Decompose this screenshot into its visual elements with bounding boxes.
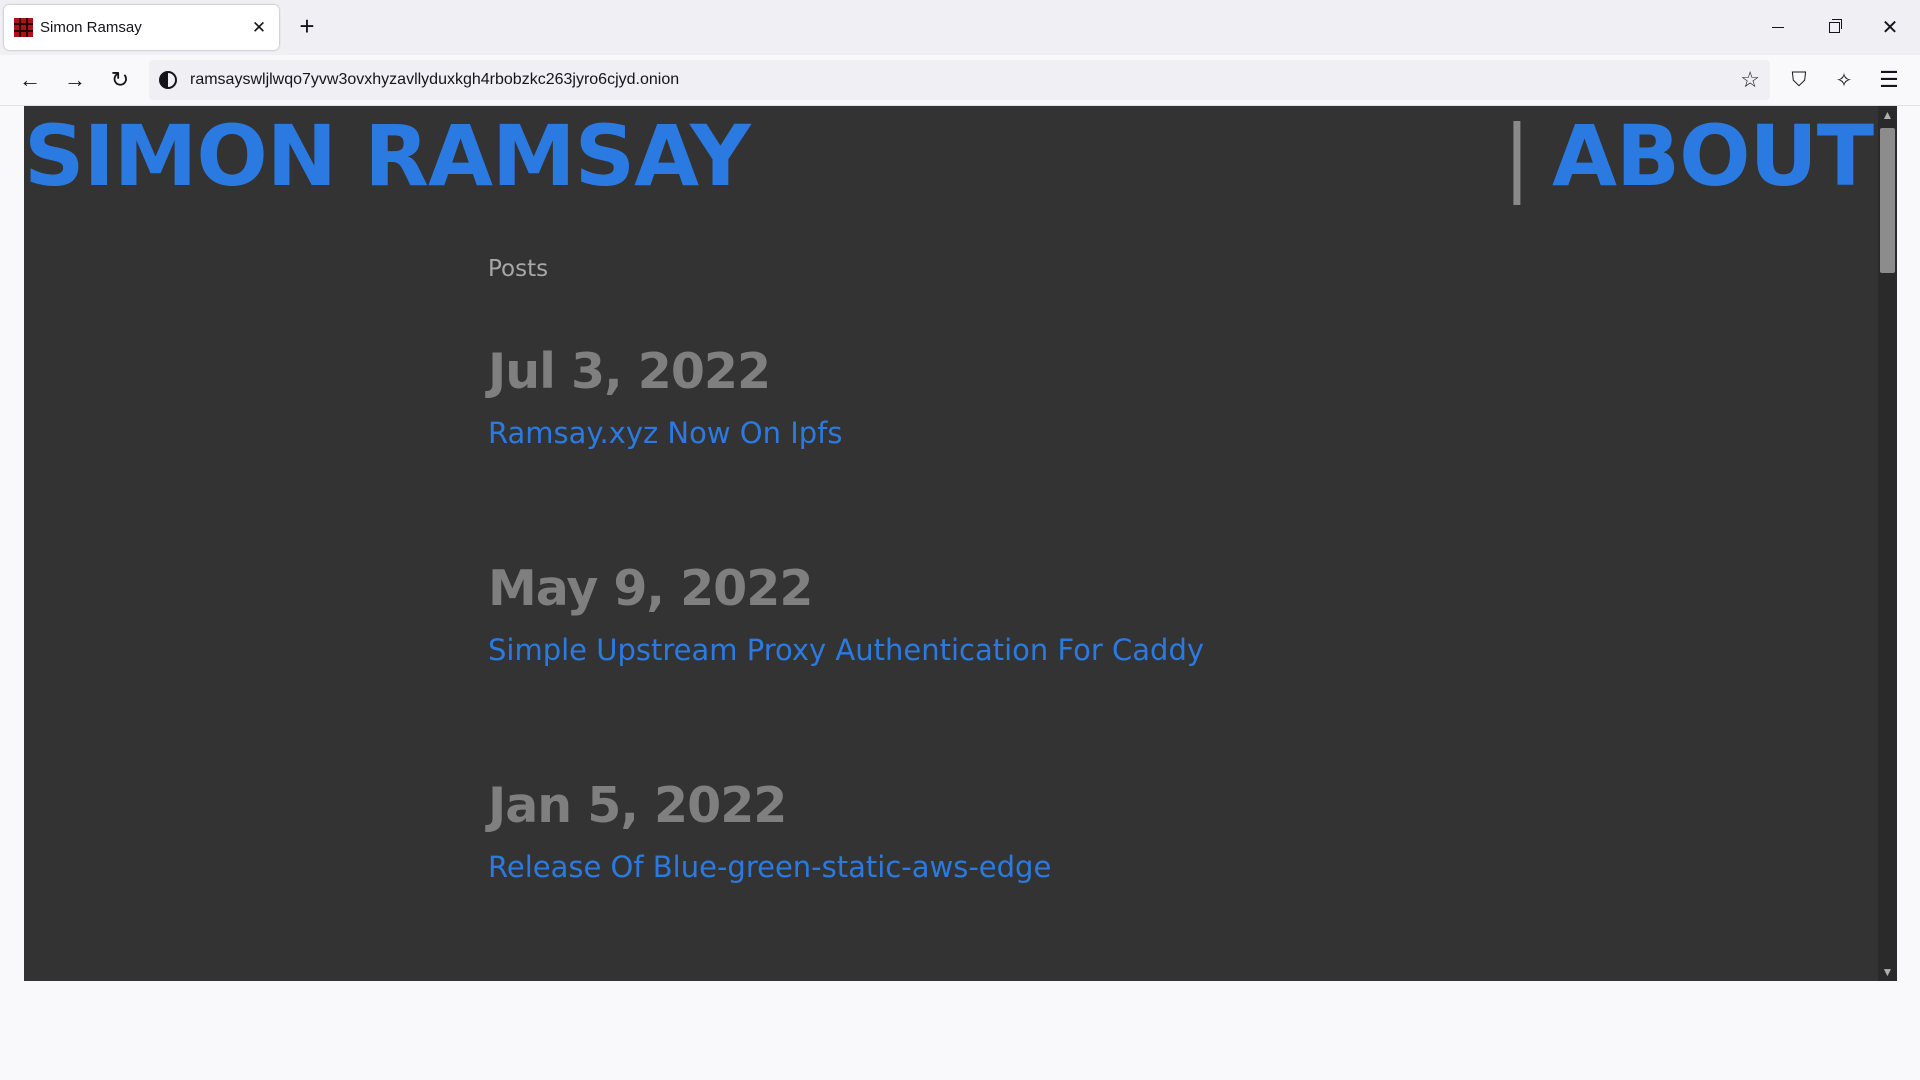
hamburger-menu-icon: ☰ [1879,67,1899,92]
shield-icon: ⛉ [1791,68,1807,91]
tab-title: Simon Ramsay [40,19,142,36]
url-text[interactable]: ramsayswljlwqo7yvw3ovxhyzavllyduxkgh4rbo… [190,71,679,89]
nav-separator: | [1502,107,1531,205]
scroll-down-icon[interactable]: ▼ [1878,963,1897,981]
restore-icon [1828,19,1842,33]
new-identity-button[interactable]: ✧ [1828,64,1860,96]
close-window-button[interactable]: ✕ [1862,0,1918,55]
app-menu-button[interactable]: ☰ [1873,64,1905,96]
magic-wand-icon: ✧ [1835,69,1853,92]
post-item: Jan 5, 2022 Release Of Blue-green-static… [488,776,1051,884]
bookmark-star-icon[interactable]: ☆ [1740,67,1760,93]
shield-button[interactable]: ⛉ [1783,64,1815,96]
page-viewport: SIMON RAMSAY | ABOUT Posts Jul 3, 2022 Ra… [24,106,1897,981]
post-link[interactable]: Release Of Blue-green-static-aws-edge [488,850,1051,884]
post-item: Jul 3, 2022 Ramsay.xyz Now On Ipfs [488,342,843,450]
minimize-icon [1772,27,1784,28]
tab-strip: Simon Ramsay ✕ + ✕ [0,0,1920,55]
tab-close-icon[interactable]: ✕ [245,18,273,38]
about-link[interactable]: ABOUT [1552,107,1874,205]
tab-simon-ramsay[interactable]: Simon Ramsay ✕ [4,5,279,50]
minimize-button[interactable] [1750,0,1806,55]
post-item: May 9, 2022 Simple Upstream Proxy Authen… [488,559,1204,667]
address-bar[interactable]: ramsayswljlwqo7yvw3ovxhyzavllyduxkgh4rbo… [149,60,1770,100]
scrollbar-thumb[interactable] [1880,128,1895,273]
arrow-left-icon: ← [19,67,41,92]
section-title: Posts [488,256,549,282]
post-date: May 9, 2022 [488,560,813,617]
site-nav: | ABOUT [1502,106,1874,206]
onion-site-icon[interactable] [159,71,177,89]
new-tab-button[interactable]: + [293,13,321,41]
post-link[interactable]: Ramsay.xyz Now On Ipfs [488,416,843,450]
arrow-right-icon: → [64,67,86,92]
scroll-up-icon[interactable]: ▲ [1878,106,1897,124]
post-link[interactable]: Simple Upstream Proxy Authentication For… [488,633,1204,667]
back-button[interactable]: ← [14,64,46,96]
posts-section: Posts Jul 3, 2022 Ramsay.xyz Now On Ipfs… [488,256,1588,884]
vertical-scrollbar[interactable]: ▲ ▼ [1878,106,1897,981]
forward-button[interactable]: → [59,64,91,96]
reload-icon: ↻ [110,67,130,92]
post-date: Jan 5, 2022 [488,777,787,834]
close-icon: ✕ [1881,16,1899,39]
reload-button[interactable]: ↻ [104,64,136,96]
tartan-favicon-icon [14,18,33,37]
navigation-toolbar: ← → ↻ ramsayswljlwqo7yvw3ovxhyzavllyduxk… [0,55,1920,106]
site-title-link[interactable]: SIMON RAMSAY [24,106,751,206]
post-date: Jul 3, 2022 [488,343,771,400]
restore-button[interactable] [1806,0,1862,55]
